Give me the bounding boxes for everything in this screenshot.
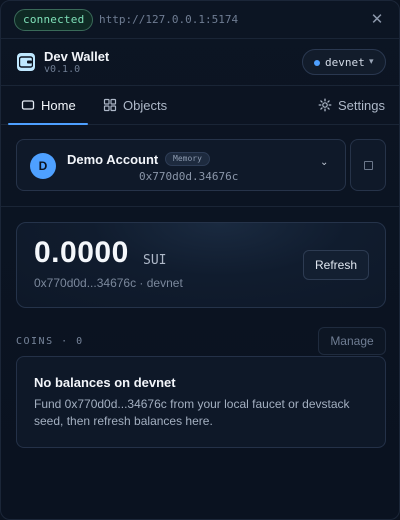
- network-selector[interactable]: devnet ▾: [302, 49, 386, 75]
- wallet-logo-icon: [17, 53, 35, 71]
- manage-coins-button[interactable]: Manage: [318, 327, 386, 355]
- tab-settings-label: Settings: [338, 97, 385, 113]
- account-type-badge: Memory: [165, 152, 210, 166]
- account-avatar: D: [30, 153, 56, 179]
- connection-status-badge: connected: [14, 9, 94, 31]
- section-divider: [1, 206, 399, 207]
- network-label: devnet: [325, 56, 365, 69]
- empty-state-message: Fund 0x770d0d...34676c from your local f…: [34, 397, 350, 428]
- network-status-dot: [314, 60, 320, 66]
- account-address: 0x770d0d.34676c: [139, 170, 239, 183]
- account-selector[interactable]: D Demo Account Memory 0x770d0d.34676c ⌄: [16, 139, 346, 191]
- empty-state-title: No balances on devnet: [34, 375, 176, 390]
- tab-home[interactable]: Home: [21, 86, 76, 124]
- active-tab-indicator: [8, 123, 88, 125]
- chevron-down-icon: ▾: [369, 56, 374, 66]
- gear-icon: [318, 98, 332, 112]
- top-bar: connected http://127.0.0.1:5174 ✕: [1, 1, 399, 39]
- server-url: http://127.0.0.1:5174: [99, 13, 239, 26]
- empty-balances-card: No balances on devnet Fund 0x770d0d...34…: [16, 356, 386, 448]
- wallet-window: connected http://127.0.0.1:5174 ✕ Dev Wa…: [0, 0, 400, 520]
- tab-objects[interactable]: Objects: [103, 86, 167, 124]
- tab-objects-label: Objects: [123, 97, 168, 113]
- copy-icon: [364, 161, 373, 170]
- tab-bar: Home Objects Settings: [1, 85, 399, 125]
- balance-unit: SUI: [143, 253, 167, 268]
- close-icon[interactable]: ✕: [367, 9, 387, 31]
- grid-icon: [103, 98, 117, 112]
- tab-settings[interactable]: Settings: [318, 86, 385, 124]
- balance-address-network: 0x770d0d...34676c · devnet: [34, 276, 183, 290]
- app-title: Dev Wallet: [44, 49, 110, 64]
- wallet-icon: [21, 98, 35, 112]
- app-version: v0.1.0: [44, 64, 81, 75]
- tab-home-label: Home: [41, 97, 76, 113]
- balance-card: 0.0000 SUI 0x770d0d...34676c · devnet Re…: [16, 222, 386, 308]
- account-name: Demo Account: [67, 152, 159, 167]
- copy-address-button[interactable]: [350, 139, 386, 191]
- refresh-button[interactable]: Refresh: [303, 250, 369, 280]
- chevron-down-icon: ⌄: [320, 157, 329, 168]
- balance-amount: 0.0000: [34, 236, 129, 269]
- coins-section-label: COINS · 0: [16, 336, 84, 347]
